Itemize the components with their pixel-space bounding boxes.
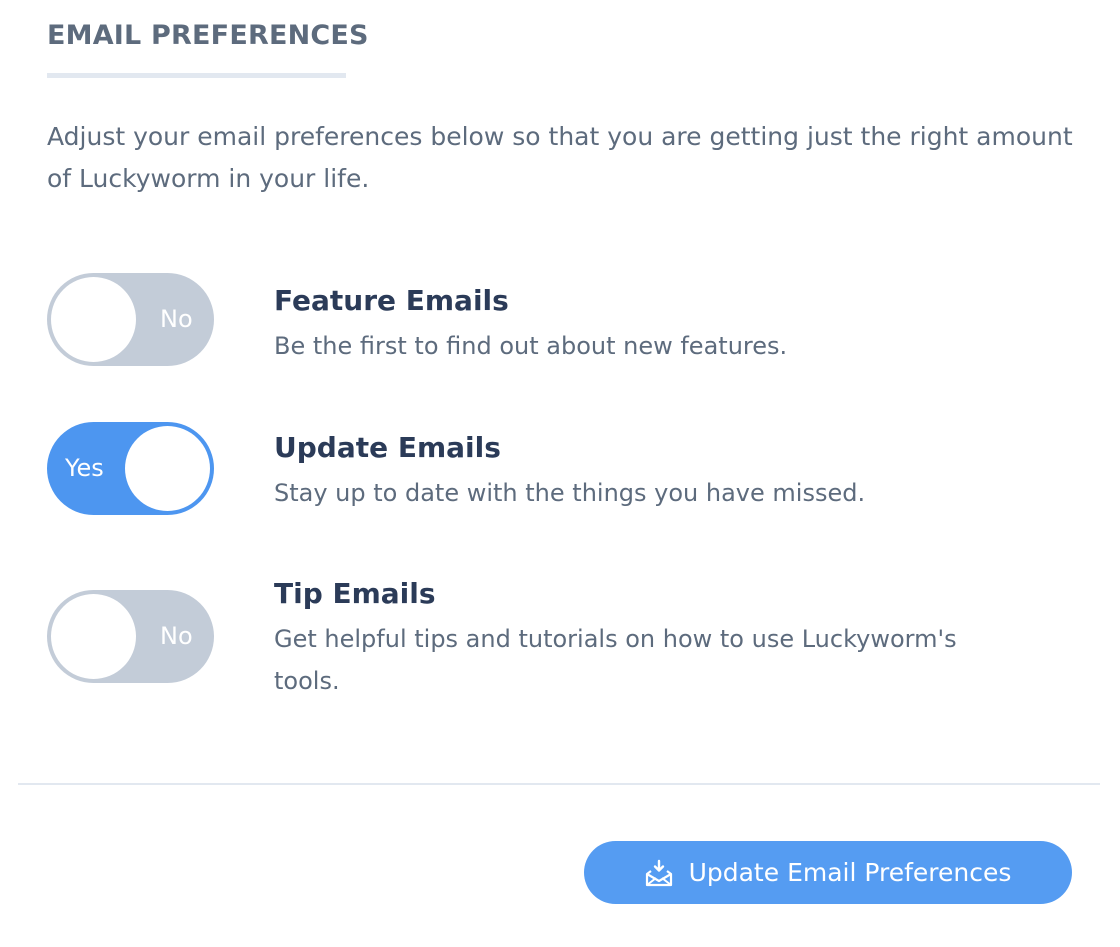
toggle-state-label: No (160, 305, 193, 333)
update-emails-toggle[interactable]: Yes (47, 422, 214, 515)
toggle-knob (125, 426, 210, 511)
preference-text: Feature Emails Be the first to find out … (274, 283, 1014, 367)
preference-description: Get helpful tips and tutorials on how to… (274, 625, 957, 695)
feature-emails-toggle[interactable]: No (47, 273, 214, 366)
toggle-knob (51, 277, 136, 362)
preference-text: Update Emails Stay up to date with the t… (274, 430, 1014, 514)
toggle-state-label: Yes (65, 454, 104, 482)
section-title: EMAIL PREFERENCES (47, 20, 369, 51)
divider (18, 783, 1100, 785)
toggle-state-label: No (160, 622, 193, 650)
toggle-knob (51, 594, 136, 679)
preference-description: Be the first to find out about new featu… (274, 332, 788, 360)
envelope-download-icon (645, 859, 673, 887)
preference-title: Tip Emails (274, 577, 436, 610)
intro-text: Adjust your email preferences below so t… (47, 122, 1073, 193)
preference-text: Tip Emails Get helpful tips and tutorial… (274, 576, 1014, 702)
preference-title: Feature Emails (274, 284, 509, 317)
preference-description: Stay up to date with the things you have… (274, 479, 866, 507)
update-email-preferences-button[interactable]: Update Email Preferences (584, 841, 1072, 904)
button-label: Update Email Preferences (688, 858, 1012, 887)
tip-emails-toggle[interactable]: No (47, 590, 214, 683)
title-underline (47, 73, 346, 78)
email-preferences-page: EMAIL PREFERENCES Adjust your email pref… (0, 0, 1120, 947)
preference-title: Update Emails (274, 431, 501, 464)
